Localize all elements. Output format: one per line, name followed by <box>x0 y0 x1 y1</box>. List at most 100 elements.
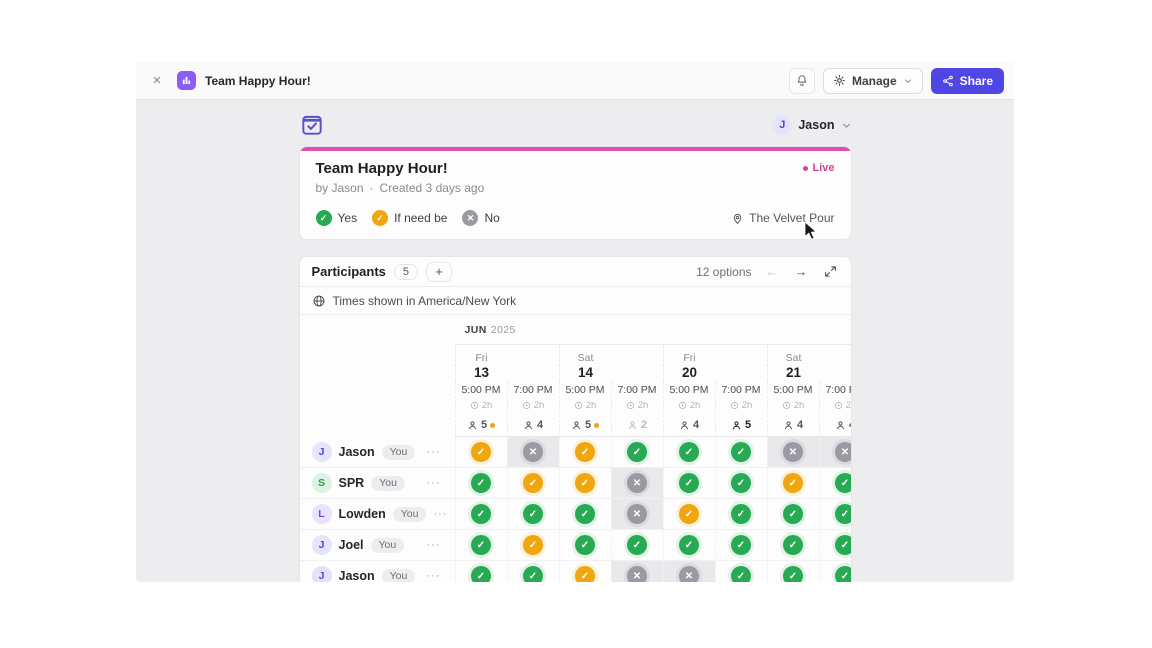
vote-cell: ✓ <box>819 561 852 582</box>
slot-duration: 2h <box>612 400 663 411</box>
vote-icon: ✓ <box>575 566 595 582</box>
person-icon <box>731 420 742 431</box>
grid-corner <box>300 315 455 437</box>
globe-icon <box>312 294 326 308</box>
vote-cell: ✓ <box>507 530 559 561</box>
vote-cell: ✓ <box>455 561 507 582</box>
row-menu-button[interactable]: ··· <box>427 570 441 582</box>
user-menu[interactable]: J Jason <box>772 115 851 135</box>
avatar: J <box>312 566 332 582</box>
participant: JJasonYou··· <box>300 437 455 468</box>
vote-cell: ✓ <box>715 530 767 561</box>
slot-duration: 2h <box>716 400 767 411</box>
legend-yes-label: Yes <box>338 211 358 225</box>
person-icon <box>835 420 846 431</box>
vote-cell: ✓ <box>663 468 715 499</box>
vote-icon: ✓ <box>471 442 491 462</box>
participant: SSPRYou··· <box>300 468 455 499</box>
time-slot-header: 5:00 PM2h4 <box>767 381 819 437</box>
you-badge: You <box>382 569 416 583</box>
person-icon <box>467 420 478 431</box>
prev-options-button[interactable]: ← <box>764 264 781 279</box>
vote-icon: ✕ <box>627 504 647 524</box>
notifications-button[interactable] <box>789 68 815 94</box>
day-label: 20 <box>664 365 716 380</box>
vote-icon: ✕ <box>783 442 803 462</box>
vote-icon: ✓ <box>679 535 699 555</box>
poll-location: The Velvet Pour <box>731 211 834 225</box>
manage-button[interactable]: Manage <box>823 68 923 94</box>
share-button[interactable]: Share <box>931 68 1004 94</box>
vote-icon: ✕ <box>679 566 699 582</box>
vote-cell: ✓ <box>819 468 852 499</box>
vote-cell: ✓ <box>767 561 819 582</box>
vote-icon: ✓ <box>575 442 595 462</box>
vote-cell: ✓ <box>663 499 715 530</box>
add-participant-button[interactable]: + <box>426 262 452 282</box>
slot-count: 4 <box>768 419 819 431</box>
time-slot-header: 5:00 PM2h5 <box>455 381 507 437</box>
row-menu-button[interactable]: ··· <box>427 539 441 551</box>
slot-duration: 2h <box>456 400 507 411</box>
day-label: 13 <box>456 365 508 380</box>
vote-icon: ✓ <box>731 473 751 493</box>
vote-cell: ✓ <box>507 499 559 530</box>
vote-cell: ✓ <box>559 530 611 561</box>
vote-icon: ✓ <box>575 504 595 524</box>
vote-icon: ✕ <box>835 442 852 462</box>
vote-icon: ✓ <box>731 442 751 462</box>
vote-icon: ✓ <box>835 535 852 555</box>
share-icon <box>942 75 954 87</box>
vote-cell: ✓ <box>611 437 663 468</box>
legend-no: ✕No <box>462 210 499 226</box>
vote-legend: ✓Yes ✓If need be ✕No <box>316 210 500 226</box>
participant: JJoelYou··· <box>300 530 455 561</box>
vote-cell: ✓ <box>559 468 611 499</box>
vote-cell: ✓ <box>455 499 507 530</box>
grid-controls: 12 options ← → <box>696 264 838 279</box>
chevron-down-icon <box>903 76 913 86</box>
time-slot-header: 7:00 PM2h4 <box>507 381 559 437</box>
vote-icon: ✕ <box>523 442 543 462</box>
timezone-row: Times shown in America/New York <box>300 287 851 315</box>
slot-duration: 2h <box>560 400 611 411</box>
live-label: Live <box>812 162 834 174</box>
poll-check-icon <box>299 112 325 138</box>
date-group-header: Sat14 <box>559 345 663 381</box>
vote-cell: ✓ <box>507 468 559 499</box>
vote-cell: ✓ <box>559 499 611 530</box>
vote-icon: ✓ <box>523 473 543 493</box>
row-menu-button[interactable]: ··· <box>427 446 441 458</box>
close-button[interactable]: × <box>146 70 168 92</box>
participants-count-badge: 5 <box>394 264 418 280</box>
live-badge: Live <box>803 162 834 174</box>
row-menu-button[interactable]: ··· <box>427 477 441 489</box>
if-need-be-dot <box>490 423 495 428</box>
live-dot <box>803 166 808 171</box>
expand-button[interactable] <box>822 265 839 278</box>
vote-icon: ✓ <box>523 504 543 524</box>
participant-name: Joel <box>339 538 364 552</box>
vote-cell: ✓ <box>715 499 767 530</box>
participant: LLowdenYou··· <box>300 499 455 530</box>
next-options-button[interactable]: → <box>793 264 810 279</box>
slot-time: 7:00 PM <box>612 384 663 396</box>
participants-header: Participants 5 + 12 options ← → <box>300 257 851 287</box>
bar-chart-icon <box>181 75 192 86</box>
poll-info-card: Team Happy Hour! Live by Jason · Created… <box>299 146 852 240</box>
app-icon <box>177 71 196 90</box>
you-badge: You <box>393 507 427 522</box>
content-column: J Jason Team Happy Hour! Live by Jason · <box>299 112 852 582</box>
vote-icon: ✓ <box>575 535 595 555</box>
vote-cell: ✕ <box>611 499 663 530</box>
vote-icon: ✓ <box>679 473 699 493</box>
person-icon <box>783 420 794 431</box>
time-slot-header: 5:00 PM2h4 <box>663 381 715 437</box>
vote-icon: ✓ <box>783 504 803 524</box>
row-menu-button[interactable]: ··· <box>433 508 447 520</box>
byline-separator: · <box>370 181 374 195</box>
participant-name: Jason <box>339 569 375 582</box>
time-slot-header: 7:00 PM2h5 <box>715 381 767 437</box>
vote-icon: ✓ <box>783 535 803 555</box>
day-label: 14 <box>560 365 612 380</box>
